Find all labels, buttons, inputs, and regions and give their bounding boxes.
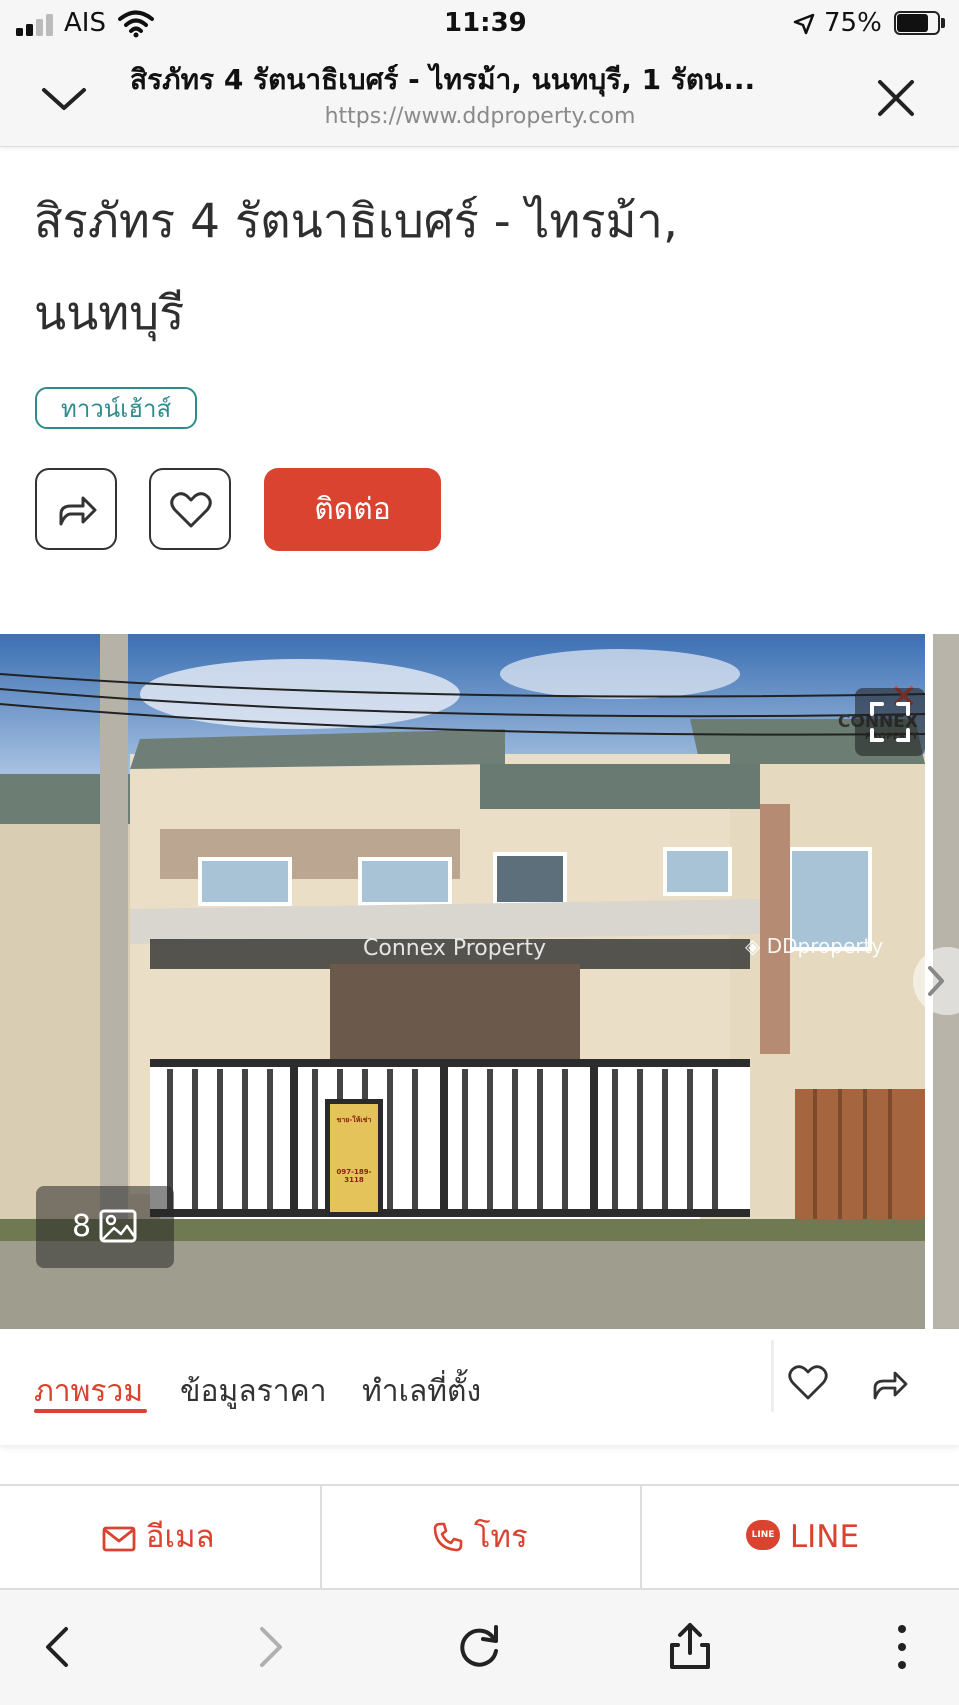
close-icon[interactable] bbox=[868, 70, 924, 126]
chevron-down-icon[interactable] bbox=[36, 70, 92, 126]
envelope-icon bbox=[102, 1526, 136, 1552]
battery-percentage: 75% bbox=[824, 8, 882, 38]
listing-title-line-1: สิรภัทร 4 รัตนาธิเบศร์ - ไทรม้า, bbox=[34, 194, 678, 249]
photo-count-badge[interactable]: 8 bbox=[36, 1186, 174, 1268]
ddproperty-watermark-icon: ◈ bbox=[745, 934, 767, 958]
sale-sign-phone: 097-189-3118 bbox=[336, 1168, 372, 1184]
photo-watermark-text: Connex Property bbox=[363, 936, 546, 961]
line-label: LINE bbox=[789, 1519, 860, 1555]
tab-location[interactable]: ทำเลที่ตั้ง bbox=[362, 1368, 481, 1415]
forward-arrow-icon[interactable] bbox=[238, 1617, 298, 1677]
share-upload-icon[interactable] bbox=[660, 1617, 720, 1677]
expand-icon bbox=[870, 702, 910, 742]
email-label: อีเมล bbox=[145, 1519, 215, 1555]
cellular-signal-icon bbox=[16, 14, 53, 36]
clock-time: 11:39 bbox=[444, 8, 527, 38]
contact-bar-separator bbox=[320, 1484, 322, 1590]
battery-tip bbox=[941, 18, 945, 28]
next-photo-arrow-icon[interactable] bbox=[902, 946, 959, 1016]
favorite-button[interactable] bbox=[149, 468, 231, 550]
property-type-badge: ทาวน์เฮ้าส์ bbox=[35, 387, 198, 429]
listing-title-line-2: นนทบุรี bbox=[34, 286, 185, 341]
contact-button[interactable]: ติดต่อ bbox=[264, 468, 441, 551]
ddproperty-watermark-text: DDproperty bbox=[766, 934, 884, 958]
back-arrow-icon[interactable] bbox=[30, 1617, 90, 1677]
phone-label: โทร bbox=[473, 1519, 528, 1555]
tab-overview[interactable]: ภาพรวม bbox=[34, 1368, 143, 1415]
sale-sign-title: ขาย-ให้เช่า bbox=[336, 1116, 372, 1124]
heart-icon[interactable] bbox=[788, 1364, 828, 1404]
email-button[interactable]: อีเมล bbox=[102, 1484, 215, 1590]
battery-level bbox=[897, 14, 928, 32]
active-tab-indicator bbox=[34, 1409, 147, 1413]
reload-icon[interactable] bbox=[450, 1617, 510, 1677]
share-button[interactable] bbox=[35, 468, 117, 550]
page-heading: สิรภัทร 4 รัตนาธิเบศร์ - ไทรม้า, นนทบุรี… bbox=[130, 63, 756, 96]
photo-count-number: 8 bbox=[72, 1209, 92, 1244]
listing-title: สิรภัทร 4 รัตนาธิเบศร์ - ไทรม้า, นนทบุรี bbox=[34, 176, 914, 360]
heart-icon bbox=[170, 492, 212, 528]
tab-price-info[interactable]: ข้อมูลราคา bbox=[180, 1368, 327, 1415]
share-arrow-icon[interactable] bbox=[870, 1364, 910, 1404]
contact-bar-separator bbox=[640, 1484, 642, 1590]
carrier-name: AIS bbox=[64, 8, 106, 38]
share-arrow-icon bbox=[59, 496, 97, 526]
phone-icon bbox=[433, 1522, 463, 1552]
wifi-icon bbox=[118, 10, 154, 38]
phone-button[interactable]: โทร bbox=[432, 1484, 528, 1590]
page-url[interactable]: https://www.ddproperty.com bbox=[130, 104, 830, 129]
fullscreen-button[interactable] bbox=[855, 688, 925, 756]
more-options-icon[interactable] bbox=[872, 1617, 932, 1677]
tabs-divider bbox=[771, 1340, 774, 1412]
line-app-icon: LINE bbox=[746, 1519, 780, 1550]
image-gallery-icon bbox=[99, 1209, 137, 1243]
line-button[interactable]: LINE LINE bbox=[746, 1484, 859, 1590]
sale-sign: ขาย-ให้เช่า 097-189-3118 bbox=[328, 1109, 380, 1184]
location-arrow-icon bbox=[793, 13, 815, 35]
ddproperty-watermark: ◈ DDproperty bbox=[745, 934, 883, 958]
